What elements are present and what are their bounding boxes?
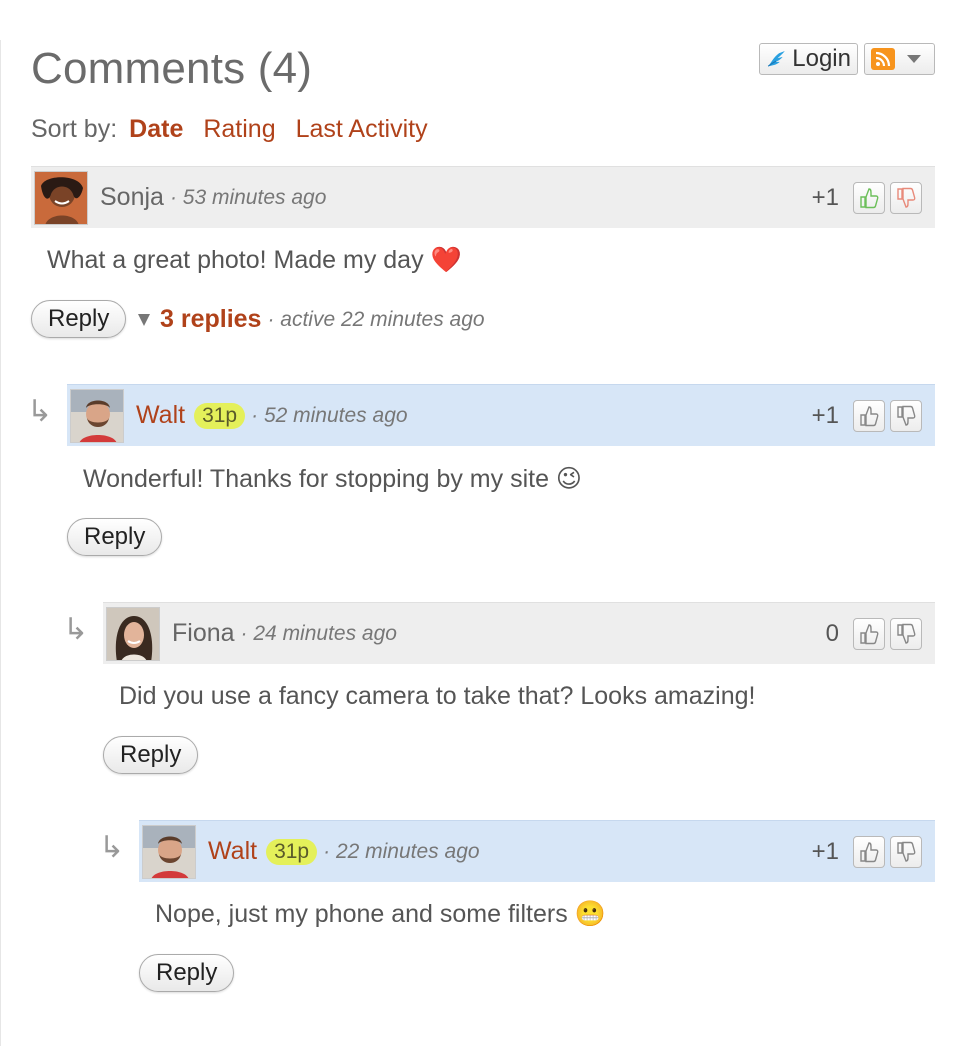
comment-score: +1 xyxy=(811,183,839,211)
collapse-triangle-icon[interactable] xyxy=(138,313,150,326)
thumbs-up-icon xyxy=(860,841,879,862)
rss-icon xyxy=(871,48,895,70)
reply-button[interactable]: Reply xyxy=(67,518,163,556)
replies-link[interactable]: 3 replies xyxy=(160,305,261,334)
comment-header: Sonja · 53 minutes ago +1 xyxy=(31,166,935,228)
reply-arrow-icon: ↳ xyxy=(99,831,125,864)
sort-bar: Sort by: Date Rating Last Activity xyxy=(31,115,448,144)
thumbs-up-button[interactable] xyxy=(853,835,885,868)
thumbs-up-icon xyxy=(860,405,879,426)
avatar xyxy=(70,388,124,443)
thumbs-down-button[interactable] xyxy=(890,181,922,214)
comment-score: +1 xyxy=(811,837,839,865)
reply-button[interactable]: Reply xyxy=(139,954,235,992)
page-title: Comments (4) xyxy=(31,44,313,93)
sort-option-rating[interactable]: Rating xyxy=(203,115,275,144)
login-label: Login xyxy=(792,45,851,72)
thumbs-down-button[interactable] xyxy=(890,617,922,650)
points-badge: 31p xyxy=(194,402,246,429)
reply-arrow-icon: ↳ xyxy=(63,613,89,646)
thumbs-down-icon xyxy=(897,187,916,208)
comment-header: Walt 31p · 52 minutes ago +1 xyxy=(67,384,935,446)
sort-option-date[interactable]: Date xyxy=(129,115,183,144)
comment-text: What a great photo! Made my day ❤️ xyxy=(47,246,462,274)
sort-option-last-activity[interactable]: Last Activity xyxy=(296,115,428,144)
comment-author[interactable]: Walt xyxy=(136,401,185,430)
thumbs-down-button[interactable] xyxy=(890,835,922,868)
avatar xyxy=(106,606,160,661)
login-button[interactable]: Login xyxy=(759,43,858,75)
reply-arrow-icon: ↳ xyxy=(27,395,53,428)
replies-toggle: 3 replies · active 22 minutes ago xyxy=(138,305,485,334)
thumbs-up-button[interactable] xyxy=(853,617,885,650)
comment-author[interactable]: Walt xyxy=(208,837,257,866)
points-badge: 31p xyxy=(266,838,318,865)
comment-score: 0 xyxy=(825,619,839,647)
comment-time: · 22 minutes ago xyxy=(323,839,480,863)
reply-button[interactable]: Reply xyxy=(103,736,199,774)
thumbs-up-icon xyxy=(860,187,879,208)
thumbs-up-button[interactable] xyxy=(853,181,885,214)
thumbs-down-button[interactable] xyxy=(890,399,922,432)
comment-header: Walt 31p · 22 minutes ago +1 xyxy=(139,820,935,882)
comment-author[interactable]: Sonja xyxy=(100,183,164,212)
thumbs-up-icon xyxy=(860,623,879,644)
thumbs-up-button[interactable] xyxy=(853,399,885,432)
rss-dropdown-button[interactable] xyxy=(864,43,935,75)
comment-time: · 52 minutes ago xyxy=(251,403,408,427)
active-time: · active 22 minutes ago xyxy=(267,307,485,331)
comment-text: Nope, just my phone and some filters 😬 xyxy=(155,900,606,928)
comment-author[interactable]: Fiona xyxy=(172,619,235,648)
thumbs-down-icon xyxy=(897,623,916,644)
comment-time: · 53 minutes ago xyxy=(169,185,327,209)
chevron-down-icon xyxy=(907,55,921,63)
wing-icon xyxy=(767,51,785,67)
comment-score: +1 xyxy=(811,401,839,429)
thumbs-down-icon xyxy=(897,405,916,426)
comment-time: · 24 minutes ago xyxy=(240,621,397,645)
reply-button[interactable]: Reply xyxy=(31,300,127,338)
thumbs-down-icon xyxy=(897,841,916,862)
comment-header: Fiona · 24 minutes ago 0 xyxy=(103,602,935,664)
left-border xyxy=(0,40,1,1046)
sort-label: Sort by: xyxy=(31,115,118,143)
comment-text: Did you use a fancy camera to take that?… xyxy=(119,682,756,710)
avatar xyxy=(142,824,196,879)
comment-text: Wonderful! Thanks for stopping by my sit… xyxy=(83,465,582,493)
avatar xyxy=(34,170,88,225)
